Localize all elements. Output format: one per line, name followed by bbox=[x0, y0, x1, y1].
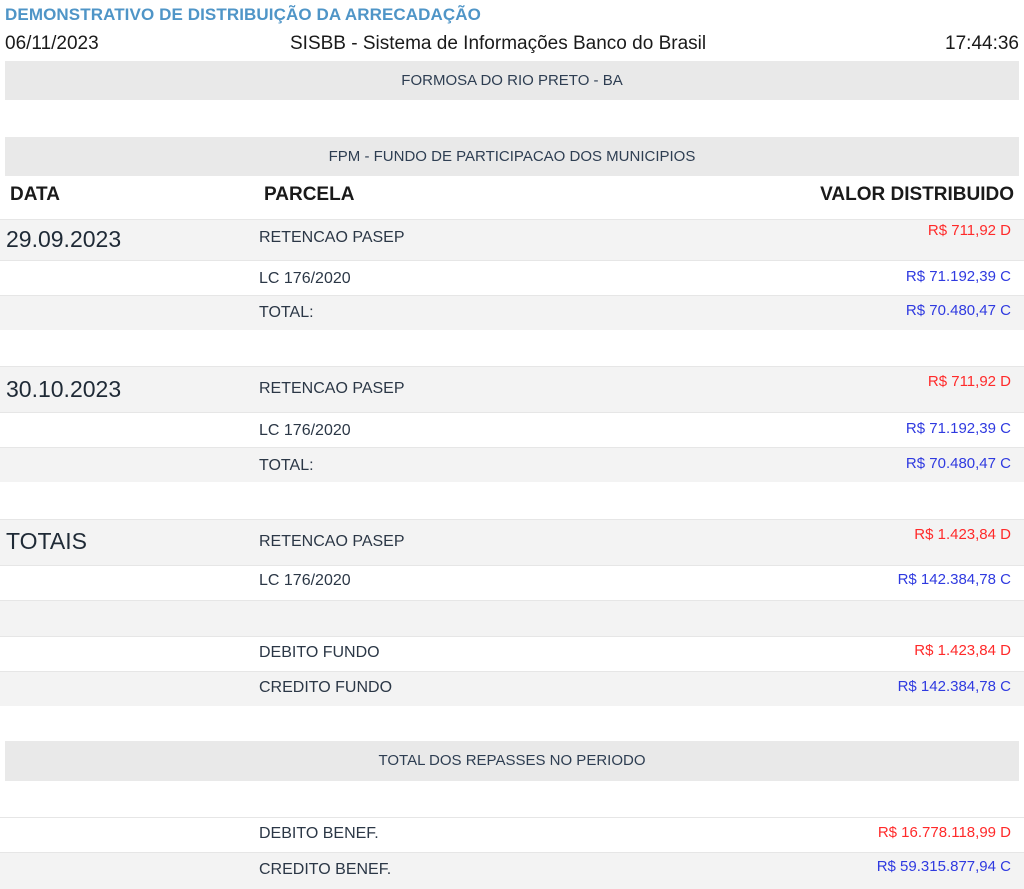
table-row: LC 176/2020 R$ 71.192,39 C bbox=[0, 412, 1024, 447]
row-value: R$ 711,92 D bbox=[927, 222, 1011, 239]
table-row: CREDITO BENEF. R$ 59.315.877,94 C bbox=[0, 852, 1024, 889]
report-time: 17:44:36 bbox=[945, 33, 1019, 54]
row-value: R$ 1.423,84 D bbox=[914, 526, 1011, 543]
row-value: R$ 70.480,47 C bbox=[905, 302, 1011, 319]
row-date: 30.10.2023 bbox=[6, 376, 122, 402]
system-name: SISBB - Sistema de Informações Banco do … bbox=[290, 33, 707, 54]
table-row: 30.10.2023 RETENCAO PASEP R$ 711,92 D bbox=[0, 366, 1024, 412]
row-value: R$ 142.384,78 C bbox=[897, 678, 1011, 695]
row-parcel: DEBITO FUNDO bbox=[259, 644, 380, 661]
table-row: DEBITO BENEF. R$ 16.778.118,99 D bbox=[0, 817, 1024, 852]
report-date: 06/11/2023 bbox=[5, 33, 99, 54]
row-parcel: RETENCAO PASEP bbox=[259, 229, 405, 246]
row-parcel: LC 176/2020 bbox=[259, 270, 351, 287]
table-row: LC 176/2020 R$ 71.192,39 C bbox=[0, 260, 1024, 295]
row-date: 29.09.2023 bbox=[6, 226, 122, 252]
table-row: 29.09.2023 RETENCAO PASEP R$ 711,92 D bbox=[0, 219, 1024, 260]
table-row: DEBITO FUNDO R$ 1.423,84 D bbox=[0, 636, 1024, 671]
row-parcel: DEBITO BENEF. bbox=[259, 825, 379, 842]
table-row: TOTAL: R$ 70.480,47 C bbox=[0, 447, 1024, 482]
table-row: TOTAL: R$ 70.480,47 C bbox=[0, 295, 1024, 330]
row-parcel: TOTAL: bbox=[259, 304, 314, 321]
table-row: TOTAIS RETENCAO PASEP R$ 1.423,84 D bbox=[0, 519, 1024, 565]
report-title: DEMONSTRATIVO DE DISTRIBUIÇÃO DA ARRECAD… bbox=[5, 5, 481, 24]
row-parcel: CREDITO BENEF. bbox=[259, 861, 392, 878]
row-value: R$ 70.480,47 C bbox=[905, 455, 1011, 472]
row-value: R$ 59.315.877,94 C bbox=[876, 858, 1011, 875]
row-value: R$ 711,92 D bbox=[927, 373, 1011, 390]
table-row: LC 176/2020 R$ 142.384,78 C bbox=[0, 565, 1024, 600]
row-value: R$ 16.778.118,99 D bbox=[877, 824, 1011, 841]
row-parcel: TOTAL: bbox=[259, 457, 314, 474]
fund-bar: FPM - FUNDO DE PARTICIPACAO DOS MUNICIPI… bbox=[5, 137, 1019, 176]
row-parcel: RETENCAO PASEP bbox=[259, 533, 405, 550]
column-header-date: DATA bbox=[10, 184, 60, 205]
row-value: R$ 71.192,39 C bbox=[905, 268, 1011, 285]
municipality-bar: FORMOSA DO RIO PRETO - BA bbox=[5, 61, 1019, 100]
period-bar: TOTAL DOS REPASSES NO PERIODO bbox=[5, 741, 1019, 781]
row-parcel: LC 176/2020 bbox=[259, 572, 351, 589]
row-value: R$ 1.423,84 D bbox=[914, 642, 1011, 659]
table-row bbox=[0, 600, 1024, 636]
column-header-parcel: PARCELA bbox=[264, 184, 355, 205]
column-header-value: VALOR DISTRIBUIDO bbox=[820, 184, 1014, 205]
row-value: R$ 142.384,78 C bbox=[897, 571, 1011, 588]
row-parcel: LC 176/2020 bbox=[259, 422, 351, 439]
table-row: CREDITO FUNDO R$ 142.384,78 C bbox=[0, 671, 1024, 706]
totals-label: TOTAIS bbox=[6, 528, 87, 554]
row-parcel: CREDITO FUNDO bbox=[259, 679, 393, 696]
row-value: R$ 71.192,39 C bbox=[905, 420, 1011, 437]
row-parcel: RETENCAO PASEP bbox=[259, 380, 405, 397]
